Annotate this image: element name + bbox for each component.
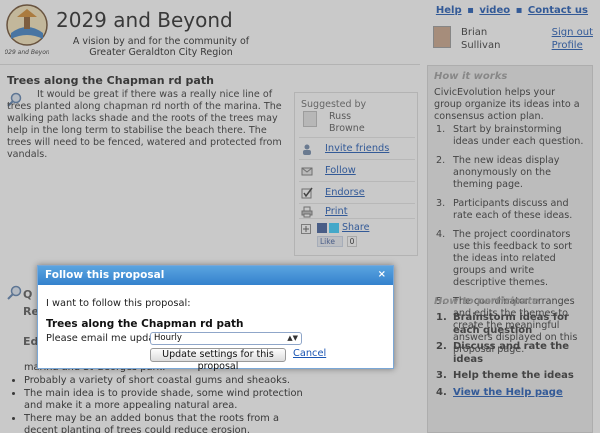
close-icon[interactable]: × bbox=[378, 269, 386, 280]
follow-dialog: Follow this proposal × I want to follow … bbox=[37, 265, 394, 372]
dialog-title: Follow this proposal bbox=[45, 269, 165, 281]
select-arrows-icon: ▲▼ bbox=[287, 334, 298, 342]
update-settings-button[interactable]: Update settings for this proposal bbox=[150, 348, 286, 372]
cancel-link[interactable]: Cancel bbox=[293, 348, 326, 359]
dialog-titlebar[interactable]: Follow this proposal × bbox=[38, 266, 393, 285]
update-frequency-select[interactable]: Hourly ▲▼ bbox=[150, 332, 302, 345]
dialog-proposal-title: Trees along the Chapman rd path bbox=[46, 318, 244, 330]
dialog-intro: I want to follow this proposal: bbox=[46, 298, 191, 309]
